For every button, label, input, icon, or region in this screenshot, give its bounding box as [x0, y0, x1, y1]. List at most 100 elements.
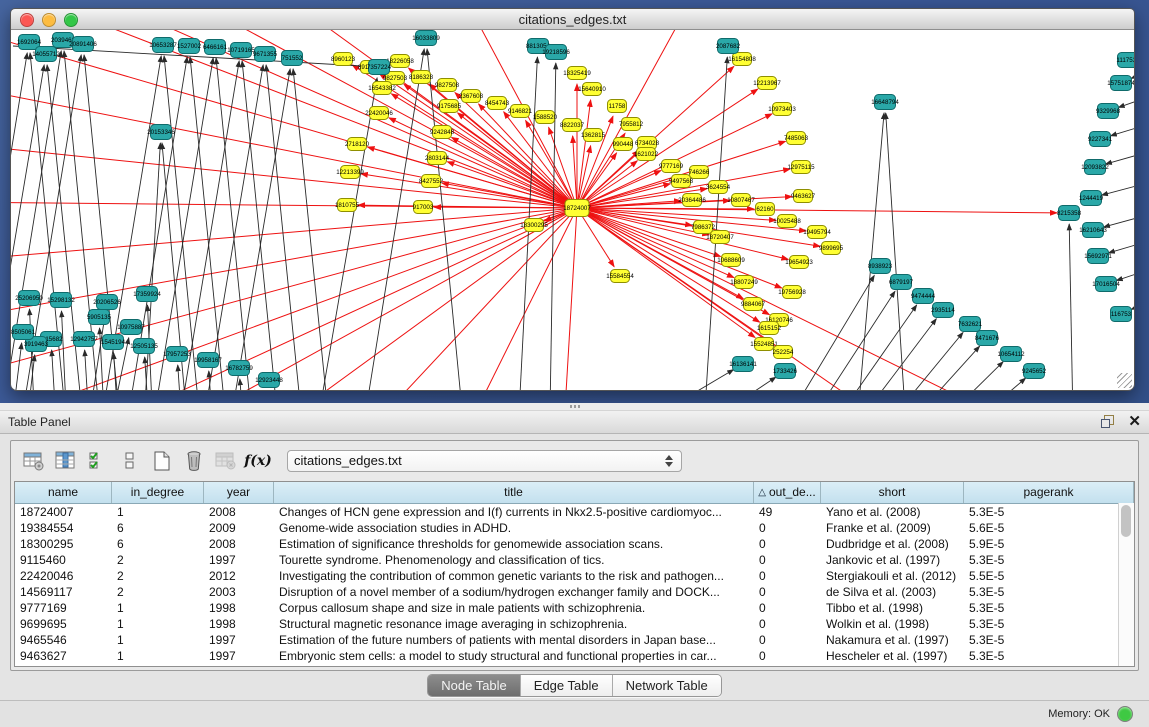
graph-node[interactable]: 1545194 [101, 335, 126, 350]
graph-node[interactable]: 9884067 [741, 298, 766, 311]
graph-node[interactable]: 12213967 [753, 77, 781, 90]
graph-node[interactable]: 9671355 [253, 47, 278, 62]
graph-node[interactable]: 17359924 [133, 287, 161, 302]
graph-node[interactable]: 9497568 [669, 175, 694, 188]
graph-node[interactable]: 10654112 [997, 347, 1025, 362]
graph-node[interactable]: 8471676 [975, 331, 1000, 346]
table-row[interactable]: 946554611997Estimation of the future num… [15, 632, 1134, 648]
new-table-icon[interactable] [149, 448, 175, 474]
tab-edge-table[interactable]: Edge Table [521, 675, 613, 696]
graph-node[interactable]: 6879197 [889, 275, 914, 290]
graph-node[interactable]: 3624554 [706, 181, 731, 194]
tab-network-table[interactable]: Network Table [613, 675, 721, 696]
graph-node[interactable]: 1810755 [335, 199, 360, 212]
column-header-year[interactable]: year [204, 482, 274, 503]
table-settings-icon[interactable] [21, 448, 47, 474]
graph-node[interactable]: 10807467 [727, 194, 755, 207]
graph-node[interactable]: 10653287 [149, 38, 177, 53]
graph-node[interactable]: 15298132 [47, 293, 75, 308]
graph-node[interactable]: 746266 [689, 166, 710, 179]
table-row[interactable]: 977716911998Corpus callosum shape and si… [15, 600, 1134, 616]
graph-node[interactable]: 2935114 [931, 303, 955, 318]
tab-node-table[interactable]: Node Table [428, 675, 521, 696]
graph-node[interactable]: 252254 [773, 346, 794, 359]
graph-node[interactable]: 9463627 [791, 190, 816, 203]
close-window-button[interactable] [20, 13, 34, 27]
graph-node[interactable]: 2367608 [459, 90, 484, 103]
table-row[interactable]: 1872400712008Changes of HCN gene express… [15, 504, 1134, 520]
graph-node[interactable]: 15751874 [1107, 76, 1134, 91]
graph-node[interactable]: 9245652 [1022, 364, 1047, 379]
graph-node[interactable]: 19654923 [785, 256, 813, 269]
graph-node[interactable]: 14055712 [32, 47, 60, 62]
graph-node[interactable]: 16154808 [728, 53, 756, 66]
graph-node[interactable]: 1621022 [634, 148, 659, 161]
table-scrollbar[interactable] [1118, 503, 1134, 667]
network-window-titlebar[interactable]: citations_edges.txt [11, 9, 1134, 30]
graph-node[interactable]: 18724007 [563, 200, 591, 217]
graph-node[interactable]: 25206950 [15, 291, 43, 306]
graph-node[interactable]: 2803144 [425, 152, 450, 165]
column-header-in-degree[interactable]: in_degree [112, 482, 204, 503]
graph-node[interactable]: 20891406 [69, 37, 97, 52]
graph-node[interactable]: 19218596 [542, 45, 570, 60]
graph-node[interactable]: 7955812 [619, 118, 644, 131]
graph-node[interactable]: 1588520 [533, 111, 558, 124]
graph-node[interactable]: 2718120 [345, 138, 370, 151]
graph-node[interactable]: 7632621 [958, 317, 983, 332]
graph-node[interactable]: 8505061 [11, 325, 36, 340]
table-select-dropdown[interactable]: citations_edges.txt [287, 450, 682, 472]
graph-node[interactable]: 12942757 [70, 332, 98, 347]
table-row[interactable]: 911546021997Tourette syndrome. Phenomeno… [15, 552, 1134, 568]
delete-table-icon[interactable] [181, 448, 207, 474]
graph-node[interactable]: 12975115 [787, 161, 815, 174]
graph-node[interactable]: 13325419 [563, 67, 591, 80]
graph-node[interactable]: 8186328 [409, 71, 434, 84]
table-scrollbar-thumb[interactable] [1121, 505, 1131, 537]
table-row[interactable]: 1830029562008Estimation of significance … [15, 536, 1134, 552]
graph-node[interactable]: 17016504 [1092, 277, 1120, 292]
graph-node[interactable]: 7485063 [784, 132, 809, 145]
import-table-icon[interactable] [213, 448, 239, 474]
graph-node[interactable]: 917003 [413, 201, 434, 214]
panel-split-handle[interactable] [0, 403, 1149, 411]
column-header-title[interactable]: title [274, 482, 754, 503]
graph-node[interactable]: 16033809 [412, 31, 440, 46]
graph-node[interactable]: 1733426 [773, 364, 798, 379]
graph-node[interactable]: 9329968 [1096, 104, 1121, 119]
column-chooser-icon[interactable] [85, 448, 111, 474]
graph-node[interactable]: 9899695 [819, 242, 844, 255]
graph-node[interactable]: 19495794 [803, 226, 831, 239]
minimize-window-button[interactable] [42, 13, 56, 27]
graph-node[interactable]: 19756928 [778, 286, 806, 299]
graph-node[interactable]: 12923448 [255, 373, 283, 388]
close-panel-icon[interactable]: ✕ [1128, 414, 1141, 429]
graph-node[interactable]: 1244419 [1079, 191, 1104, 206]
column-header-pagerank[interactable]: pagerank [964, 482, 1134, 503]
graph-node[interactable]: 116753 [1111, 307, 1132, 322]
network-canvas[interactable]: 8960123891295518226058982750381863289827… [11, 30, 1134, 390]
graph-node[interactable]: 1117534 [1116, 53, 1134, 68]
graph-node[interactable]: 8427552 [419, 175, 444, 188]
graph-node[interactable]: 10973403 [768, 103, 796, 116]
table-row[interactable]: 2242004622012Investigating the contribut… [15, 568, 1134, 584]
window-resize-grip[interactable] [1117, 373, 1132, 388]
graph-node[interactable]: 11758 [608, 100, 627, 113]
show-column-icon[interactable] [53, 448, 79, 474]
graph-node[interactable]: 16210643 [1079, 223, 1107, 238]
row-height-icon[interactable] [117, 448, 143, 474]
graph-node[interactable]: 15640910 [578, 83, 606, 96]
graph-node[interactable]: 751552 [282, 51, 303, 66]
maximize-window-button[interactable] [64, 13, 78, 27]
graph-node[interactable]: 10025488 [773, 215, 801, 228]
graph-node[interactable]: 16648794 [871, 95, 899, 110]
graph-node[interactable]: 17957253 [163, 347, 191, 362]
graph-node[interactable]: 8938923 [868, 259, 893, 274]
graph-node[interactable]: 10975887 [117, 320, 145, 335]
graph-node[interactable]: 20206526 [93, 295, 121, 310]
graph-node[interactable]: 1527002 [177, 39, 202, 54]
table-row[interactable]: 969969511998Structural magnetic resonanc… [15, 616, 1134, 632]
table-row[interactable]: 1456911722003Disruption of a novel membe… [15, 584, 1134, 600]
function-builder-icon[interactable]: f(x) [245, 448, 271, 474]
graph-node[interactable]: 12093822 [1081, 160, 1109, 175]
